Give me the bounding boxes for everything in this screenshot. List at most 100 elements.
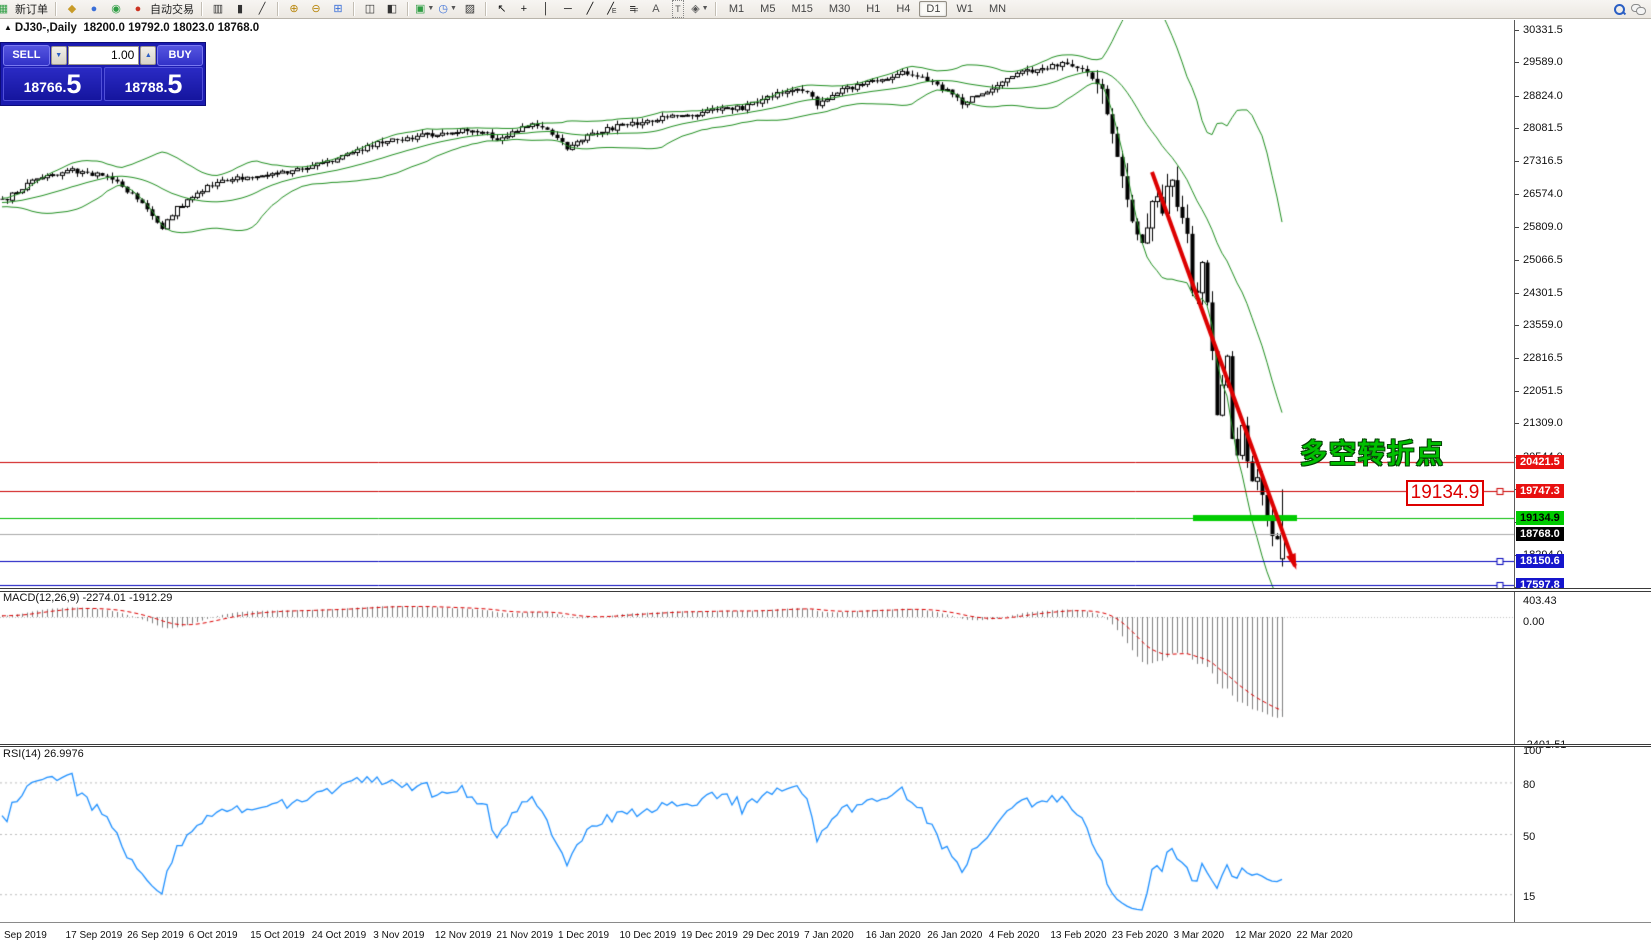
timeframe-M30[interactable]: M30: [822, 1, 857, 17]
date-label: 16 Jan 2020: [866, 930, 921, 941]
price-axis[interactable]: 30331.529589.028824.028081.527316.526574…: [1514, 20, 1651, 922]
axis-tick: [1515, 391, 1519, 392]
axis-tick: [1515, 358, 1519, 359]
axis-tick-label: 28824.0: [1523, 90, 1563, 102]
shapes-icon[interactable]: ◈▼: [689, 1, 711, 17]
rsi-canvas: [0, 746, 1514, 922]
text-icon[interactable]: A: [645, 1, 667, 17]
auto-trading-button[interactable]: ●: [127, 1, 149, 17]
axis-tick: [1515, 227, 1519, 228]
new-order-icon[interactable]: ▦: [0, 1, 14, 17]
axis-tick: [1515, 128, 1519, 129]
timeframe-M5[interactable]: M5: [753, 1, 782, 17]
cursor-icon[interactable]: ↖: [491, 1, 513, 17]
timeframe-M1[interactable]: M1: [722, 1, 751, 17]
template-button[interactable]: ▨: [459, 1, 481, 17]
axis-tick: [1515, 293, 1519, 294]
macd-label: MACD(12,26,9) -2274.01 -1912.29: [3, 592, 172, 604]
zoom-in-icon[interactable]: ⊕: [283, 1, 305, 17]
timeframe-M15[interactable]: M15: [784, 1, 819, 17]
timeframe-W1[interactable]: W1: [949, 1, 980, 17]
volume-input[interactable]: 1.00: [68, 46, 140, 65]
new-order-label[interactable]: 新订单: [15, 1, 48, 17]
rsi-axis-label: 80: [1523, 779, 1535, 791]
axis-tick-label: 25809.0: [1523, 221, 1563, 233]
panel-separator[interactable]: [0, 588, 1651, 592]
period-button[interactable]: ◷▼: [436, 1, 459, 17]
date-label: 7 Jan 2020: [804, 930, 854, 941]
date-label: 23 Feb 2020: [1112, 930, 1168, 941]
toolbar-group-drawing: ↖+│─╱╱E≡FAT◈▼: [491, 0, 711, 18]
price-label-badge: 18768.0: [1516, 527, 1564, 541]
chevron-down-icon[interactable]: ▼: [450, 1, 457, 17]
axis-tick: [1515, 62, 1519, 63]
price-label-badge: 19134.9: [1516, 511, 1564, 525]
fibonacci-icon[interactable]: ≡F: [623, 1, 645, 17]
date-label: 26 Sep 2019: [127, 930, 184, 941]
channel-icon[interactable]: ╱E: [601, 1, 623, 17]
timeframe-D1[interactable]: D1: [919, 1, 947, 17]
price-level-annotation[interactable]: 19134.9: [1406, 480, 1484, 506]
panel-separator[interactable]: [0, 744, 1651, 747]
price-chart-canvas[interactable]: [0, 20, 1514, 588]
arrange-charts-icon[interactable]: ◫: [359, 1, 381, 17]
auto-trading-label[interactable]: 自动交易: [150, 1, 194, 17]
signals-icon[interactable]: ◉: [105, 1, 127, 17]
horizontal-line-icon[interactable]: ─: [557, 1, 579, 17]
axis-tick: [1515, 30, 1519, 31]
label-icon[interactable]: T: [667, 1, 689, 17]
macd-axis-label: 403.43: [1523, 595, 1557, 607]
tile-windows-icon[interactable]: ⊞: [327, 1, 349, 17]
bar-chart-icon[interactable]: ▥: [207, 1, 229, 17]
timeframe-MN[interactable]: MN: [982, 1, 1013, 17]
toolbar-separator: [201, 2, 203, 16]
axis-tick: [1515, 423, 1519, 424]
market-watch-icon[interactable]: ◆: [61, 1, 83, 17]
candlestick-chart-icon[interactable]: ▮: [229, 1, 251, 17]
chart-ohlc: 18200.0 19792.0 18023.0 18768.0: [83, 22, 259, 34]
axis-tick-label: 24301.5: [1523, 287, 1563, 299]
search-icon[interactable]: [1614, 4, 1625, 15]
toolbar-group-trading: ◆●◉●: [61, 0, 149, 18]
sell-button[interactable]: SELL: [3, 45, 50, 66]
date-label: 24 Oct 2019: [312, 930, 366, 941]
toolbar-separator: [485, 2, 487, 16]
axis-tick-label: 21309.0: [1523, 417, 1563, 429]
timeframe-H1[interactable]: H1: [859, 1, 887, 17]
turning-point-annotation[interactable]: 多空转折点: [1300, 432, 1445, 471]
chart-title: ▲DJ30-,Daily 18200.0 19792.0 18023.0 187…: [4, 22, 259, 34]
trendline-icon[interactable]: ╱: [579, 1, 601, 17]
strategy-tester-icon[interactable]: ●: [83, 1, 105, 17]
date-label: 3 Nov 2019: [373, 930, 424, 941]
volume-up-button[interactable]: ▲: [140, 46, 156, 65]
date-label: 19 Dec 2019: [681, 930, 738, 941]
toolbar-separator: [715, 2, 717, 16]
volume-down-button[interactable]: ▼: [51, 46, 67, 65]
chat-icon[interactable]: [1631, 4, 1645, 15]
axis-tick-label: 25066.5: [1523, 254, 1563, 266]
date-axis[interactable]: Sep 201917 Sep 201926 Sep 20196 Oct 2019…: [0, 922, 1651, 944]
zoom-out-icon[interactable]: ⊖: [305, 1, 327, 17]
rsi-label: RSI(14) 26.9976: [3, 748, 84, 760]
price-label-badge: 19747.3: [1516, 484, 1564, 498]
line-chart-icon[interactable]: ╱: [251, 1, 273, 17]
toolbar-group-chart: ▥▮╱ ⊕⊖⊞ ◫◧ ▣▼◷▼▨: [207, 0, 481, 18]
timeframe-H4[interactable]: H4: [889, 1, 917, 17]
vertical-line-icon[interactable]: │: [535, 1, 557, 17]
crosshair-icon[interactable]: +: [513, 1, 535, 17]
date-label: 15 Oct 2019: [250, 930, 304, 941]
cascade-charts-icon[interactable]: ◧: [381, 1, 403, 17]
new-chart-button[interactable]: ▣▼: [413, 1, 436, 17]
toolbar: ▦ 新订单 ◆●◉● 自动交易 ▥▮╱⊕⊖⊞◫◧▣▼◷▼▨ ↖+│─╱╱E≡FA…: [0, 0, 1651, 19]
axis-tick-label: 26574.0: [1523, 188, 1563, 200]
buy-button[interactable]: BUY: [157, 45, 203, 66]
macd-values: -2274.01 -1912.29: [82, 592, 172, 604]
chevron-down-icon[interactable]: ▼: [427, 1, 434, 17]
mt4-window: ▦ 新订单 ◆●◉● 自动交易 ▥▮╱⊕⊖⊞◫◧▣▼◷▼▨ ↖+│─╱╱E≡FA…: [0, 0, 1651, 944]
axis-tick-label: 27316.5: [1523, 155, 1563, 167]
chevron-down-icon[interactable]: ▼: [702, 1, 709, 17]
axis-tick-label: 22816.5: [1523, 352, 1563, 364]
buy-price[interactable]: 18788.5: [104, 67, 203, 101]
sell-price[interactable]: 18766.5: [3, 67, 102, 101]
macd-canvas: [0, 592, 1514, 744]
